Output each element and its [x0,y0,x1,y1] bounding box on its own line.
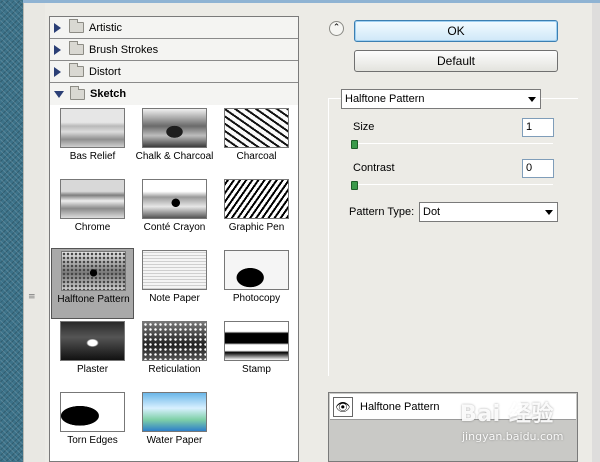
size-label: Size [353,121,375,133]
expand-triangle-icon[interactable] [54,66,61,77]
note-paper-thumb [142,250,207,290]
filter-label: Plaster [76,364,109,375]
folder-open-icon [70,85,85,100]
folder-icon [69,41,84,55]
filter-label: Graphic Pen [228,222,285,233]
filter-label: Torn Edges [67,435,118,446]
filter-torn-edges[interactable]: Torn Edges [51,390,134,461]
collapse-triangle-icon[interactable] [54,90,64,98]
category-label: Artistic [89,21,122,34]
preview-canvas[interactable] [0,0,23,462]
conte-crayon-thumb [142,179,207,219]
filter-note-paper[interactable]: Note Paper [133,248,216,319]
filter-plaster[interactable]: Plaster [51,319,134,390]
filter-label: Halftone Pattern [57,294,130,305]
filter-conte-crayon[interactable]: Conté Crayon [133,177,216,248]
category-label: Brush Strokes [89,43,159,56]
filter-water-paper[interactable]: Water Paper [133,390,216,461]
water-paper-thumb [142,392,207,432]
filter-chalk-charcoal[interactable]: Chalk & Charcoal [133,106,216,177]
filter-stamp[interactable]: Stamp [215,319,298,390]
default-button[interactable]: Default [354,50,558,72]
filter-label: Photocopy [232,293,281,304]
size-input[interactable]: 1 [522,118,554,137]
splitter-grip-icon[interactable]: ≡ [28,292,36,302]
graphic-pen-thumb [224,179,289,219]
baidu-watermark: Bai 经验 jingyan.baidu.com [460,394,595,460]
filter-chrome[interactable]: Chrome [51,177,134,248]
plaster-thumb [60,321,125,361]
window-edge [592,3,600,462]
filter-gallery: Artistic Brush Strokes Distort Sketch Ba… [49,16,299,462]
filter-label: Water Paper [146,435,203,446]
category-artistic[interactable]: Artistic [50,17,298,39]
filter-halftone-pattern[interactable]: Halftone Pattern [51,248,134,319]
chalk-charcoal-thumb [142,108,207,148]
filter-label: Charcoal [236,151,277,162]
reticulation-thumb [142,321,207,361]
category-sketch[interactable]: Sketch [50,83,298,105]
size-slider-track[interactable] [351,143,553,144]
stamp-thumb [224,321,289,361]
window-top-edge [0,0,600,3]
contrast-label: Contrast [353,162,395,174]
pattern-type-select[interactable]: Dot [419,202,558,222]
filter-photocopy[interactable]: Photocopy [215,248,298,319]
filter-settings-group [328,98,578,376]
torn-edges-thumb [60,392,125,432]
pattern-type-value: Dot [423,206,441,218]
photocopy-thumb [224,250,289,290]
category-label: Sketch [90,88,127,100]
bas-relief-thumb [60,108,125,148]
contrast-input[interactable]: 0 [522,159,554,178]
pattern-type-label: Pattern Type: [349,206,415,218]
size-slider-thumb[interactable] [351,140,358,149]
halftone-pattern-thumb [61,251,126,291]
filter-graphic-pen[interactable]: Graphic Pen [215,177,298,248]
panel-splitter[interactable]: ≡ [23,3,45,462]
category-label: Distort [89,65,121,78]
eye-visibility-icon[interactable]: 👁 [333,397,353,417]
category-brush-strokes[interactable]: Brush Strokes [50,39,298,61]
contrast-slider-track[interactable] [351,184,553,185]
contrast-slider-thumb[interactable] [351,181,358,190]
filter-label: Stamp [242,364,271,375]
filter-select-value: Halftone Pattern [345,93,425,105]
expand-triangle-icon[interactable] [54,22,61,33]
dropdown-arrow-icon [545,210,553,215]
filter-label: Conté Crayon [143,222,206,233]
filter-select[interactable]: Halftone Pattern [341,89,541,109]
folder-icon [69,63,84,77]
filter-label: Chalk & Charcoal [135,151,214,162]
category-distort[interactable]: Distort [50,61,298,83]
filter-label: Note Paper [149,293,200,304]
filter-label: Bas Relief [69,151,116,162]
filter-label: Chrome [74,222,111,233]
filter-charcoal[interactable]: Charcoal [215,106,298,177]
collapse-gallery-icon[interactable]: ⌃ [329,21,344,36]
effect-layer-label: Halftone Pattern [360,401,440,413]
expand-triangle-icon[interactable] [54,44,61,55]
chrome-thumb [60,179,125,219]
folder-icon [69,19,84,33]
watermark-url: jingyan.baidu.com [462,430,564,443]
baidu-paw-icon [504,398,522,416]
dropdown-arrow-icon [528,97,536,102]
ok-button[interactable]: OK [354,20,558,42]
filter-reticulation[interactable]: Reticulation [133,319,216,390]
filter-bas-relief[interactable]: Bas Relief [51,106,134,177]
charcoal-thumb [224,108,289,148]
filter-label: Reticulation [148,364,201,375]
